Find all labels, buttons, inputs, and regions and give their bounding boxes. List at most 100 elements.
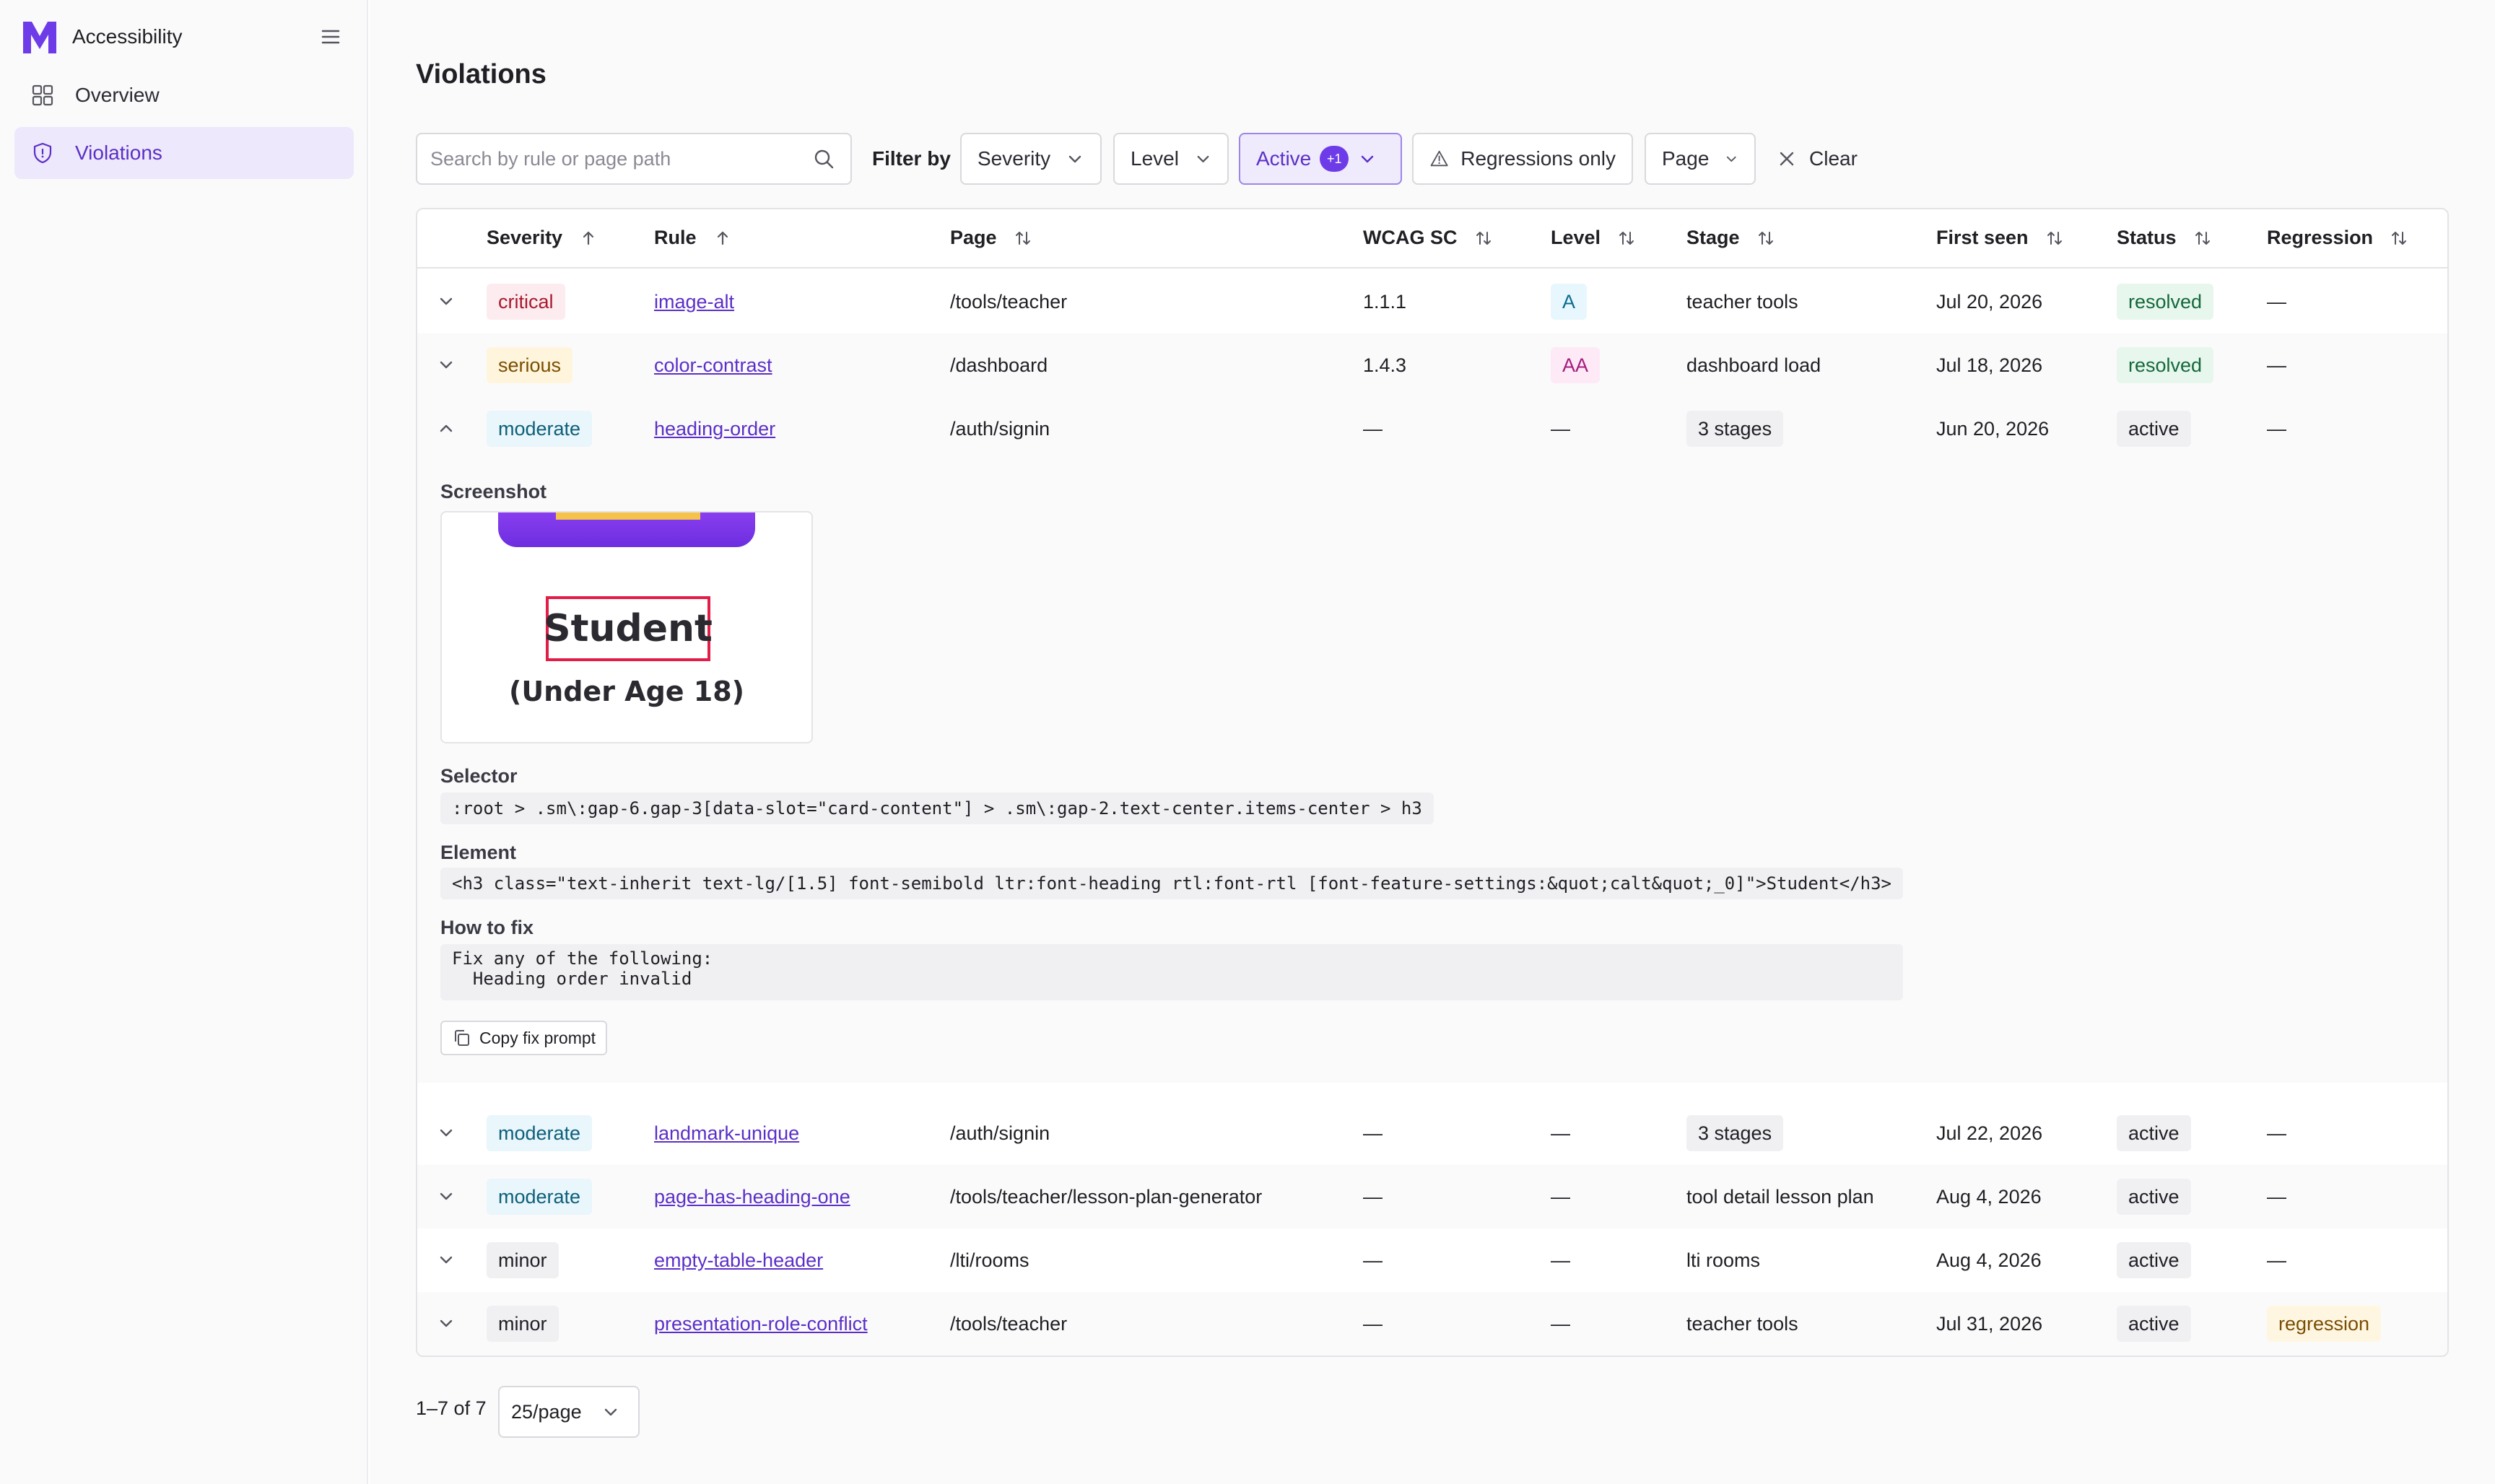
filter-count-badge: +1 xyxy=(1320,146,1349,172)
page-path: /tools/teacher/lesson-plan-generator xyxy=(950,1185,1263,1208)
chevron-down-icon xyxy=(604,1408,617,1416)
close-icon xyxy=(1780,152,1794,166)
page-title: Violations xyxy=(416,59,547,90)
search-box[interactable] xyxy=(416,133,852,185)
sort-icon xyxy=(1015,231,1030,245)
sort-icon xyxy=(1619,231,1634,245)
table-row[interactable]: moderate page-has-heading-one /tools/tea… xyxy=(417,1165,2447,1228)
menu-toggle-icon[interactable] xyxy=(318,24,344,50)
page-filter-label: Page xyxy=(1662,147,1710,170)
stage-badge[interactable]: 3 stages xyxy=(1686,1115,1784,1151)
regression: — xyxy=(2267,1122,2286,1144)
column-header-status[interactable]: Status xyxy=(2117,227,2213,249)
column-header-stage[interactable]: Stage xyxy=(1686,227,1776,249)
column-header-severity[interactable]: Severity xyxy=(487,227,598,249)
status-badge: resolved xyxy=(2117,347,2214,383)
column-header-regression[interactable]: Regression xyxy=(2267,227,2409,249)
chevron-down-icon[interactable] xyxy=(433,352,459,378)
shield-icon xyxy=(33,142,52,164)
page-path: /lti/rooms xyxy=(950,1249,1029,1271)
selector-code: :root > .sm\:gap-6.gap-3[data-slot="card… xyxy=(440,793,1434,824)
table-row[interactable]: serious color-contrast /dashboard 1.4.3 … xyxy=(417,333,2447,397)
page-path: /tools/teacher xyxy=(950,290,1068,313)
first-seen: Jun 20, 2026 xyxy=(1936,417,2050,440)
table-row[interactable]: moderate landmark-unique /auth/signin — … xyxy=(417,1101,2447,1165)
severity-badge: minor xyxy=(487,1306,559,1342)
sort-icon xyxy=(2195,231,2210,245)
chevron-down-icon[interactable] xyxy=(433,1120,459,1146)
rule-link[interactable]: image-alt xyxy=(654,291,734,313)
severity-badge: serious xyxy=(487,347,573,383)
sidebar-item-violations[interactable]: Violations xyxy=(14,127,354,179)
chevron-down-icon[interactable] xyxy=(433,1247,459,1273)
search-icon xyxy=(814,149,834,169)
chevron-down-icon[interactable] xyxy=(433,1184,459,1210)
wcag-sc: — xyxy=(1363,417,1383,440)
column-header-page[interactable]: Page xyxy=(950,227,1033,249)
chevron-down-icon[interactable] xyxy=(433,289,459,315)
copy-icon xyxy=(455,1030,469,1046)
first-seen: Jul 20, 2026 xyxy=(1936,290,2043,313)
status-filter-active[interactable]: Active +1 xyxy=(1239,133,1402,185)
brand-logo-icon xyxy=(23,22,56,53)
regression: — xyxy=(2267,417,2286,440)
first-seen: Jul 31, 2026 xyxy=(1936,1312,2043,1335)
clear-filters-button[interactable]: Clear xyxy=(1777,133,1858,185)
column-header-level[interactable]: Level xyxy=(1551,227,1637,249)
level-filter-label: Level xyxy=(1131,147,1179,170)
screenshot-card-accent xyxy=(556,512,700,520)
column-header-wcag[interactable]: WCAG SC xyxy=(1363,227,1494,249)
wcag-sc: 1.4.3 xyxy=(1363,354,1407,376)
rule-link[interactable]: landmark-unique xyxy=(654,1122,799,1145)
table-row[interactable]: minor presentation-role-conflict /tools/… xyxy=(417,1292,2447,1356)
page-size-select[interactable]: 25/page xyxy=(498,1386,640,1438)
regression: — xyxy=(2267,1185,2286,1208)
column-header-rule[interactable]: Rule xyxy=(654,227,733,249)
table-row[interactable]: minor empty-table-header /lti/rooms — — … xyxy=(417,1228,2447,1292)
stage: lti rooms xyxy=(1686,1249,1761,1271)
page-path: /auth/signin xyxy=(950,1122,1050,1144)
rule-link[interactable]: empty-table-header xyxy=(654,1249,823,1272)
warning-icon xyxy=(1430,150,1448,167)
stage: tool detail lesson plan xyxy=(1686,1185,1874,1208)
severity-badge: minor xyxy=(487,1242,559,1278)
level: — xyxy=(1551,1249,1570,1271)
chevron-up-icon[interactable] xyxy=(433,416,459,442)
table-row-expanded[interactable]: moderate heading-order /auth/signin — — … xyxy=(417,397,2447,461)
table-row[interactable]: critical image-alt /tools/teacher 1.1.1 … xyxy=(417,270,2447,333)
stage-badge[interactable]: 3 stages xyxy=(1686,411,1784,447)
main-content: Violations Filter by Severity Level Acti… xyxy=(370,0,2495,1484)
violation-screenshot[interactable]: Student (Under Age 18) xyxy=(440,511,813,743)
level: — xyxy=(1551,1312,1570,1335)
search-input[interactable] xyxy=(417,134,793,183)
severity-badge: moderate xyxy=(487,1179,593,1215)
severity-filter[interactable]: Severity xyxy=(960,133,1102,185)
wcag-sc: — xyxy=(1363,1312,1383,1335)
chevron-down-icon[interactable] xyxy=(433,1311,459,1337)
page-path: /dashboard xyxy=(950,354,1048,376)
chevron-down-icon xyxy=(1727,156,1737,162)
copy-fix-prompt-button[interactable]: Copy fix prompt xyxy=(440,1021,608,1055)
copy-fix-prompt-label: Copy fix prompt xyxy=(479,1028,596,1047)
clear-label: Clear xyxy=(1809,147,1858,170)
level-filter[interactable]: Level xyxy=(1113,133,1229,185)
status-filter-label: Active xyxy=(1256,147,1312,170)
page-filter[interactable]: Page xyxy=(1645,133,1756,185)
first-seen: Jul 22, 2026 xyxy=(1936,1122,2043,1144)
rule-link[interactable]: heading-order xyxy=(654,418,775,440)
chevron-down-icon xyxy=(1068,155,1081,163)
sidebar-item-label: Violations xyxy=(75,141,162,164)
level: — xyxy=(1551,417,1570,440)
rule-link[interactable]: presentation-role-conflict xyxy=(654,1313,868,1335)
page-size-value: 25/page xyxy=(511,1400,582,1423)
regression-badge: regression xyxy=(2267,1306,2382,1342)
rule-link[interactable]: color-contrast xyxy=(654,354,772,377)
brand[interactable]: Accessibility xyxy=(20,17,182,56)
column-header-first-seen[interactable]: First seen xyxy=(1936,227,2065,249)
regressions-only-toggle[interactable]: Regressions only xyxy=(1412,133,1633,185)
rule-link[interactable]: page-has-heading-one xyxy=(654,1186,850,1208)
sidebar-item-overview[interactable]: Overview xyxy=(14,69,354,121)
status-badge: active xyxy=(2117,1115,2191,1151)
severity-badge: moderate xyxy=(487,411,593,447)
violations-table: Severity Rule Page WCAG SC Level Stage F… xyxy=(416,208,2449,1357)
